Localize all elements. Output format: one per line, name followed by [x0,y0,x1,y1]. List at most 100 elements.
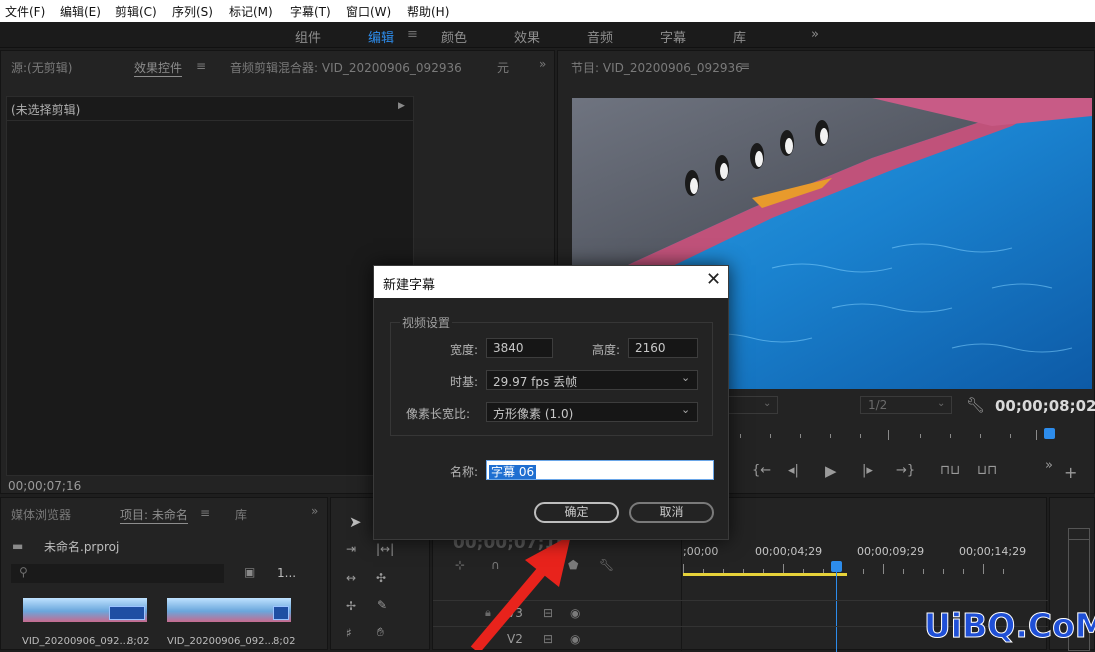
clip-thumbnail[interactable] [23,598,147,622]
workspace-effects[interactable]: 效果 [514,27,540,46]
add-button-icon[interactable]: + [1064,463,1077,482]
tab-libraries[interactable]: 库 [235,506,247,523]
group-label: 视频设置 [400,314,453,331]
chevron-down-icon: ⌄ [681,371,691,384]
height-label: 高度: [592,343,621,357]
play-icon[interactable]: ▶ [825,462,837,480]
program-timecode: 00;00;08;02 [995,397,1095,415]
clip-badge-icon [109,606,145,620]
project-panel: 媒体浏览器 项目: 未命名 ≡ 库 » ▬ 未命名.prproj ⚲ ▣ 1..… [0,497,328,650]
go-to-out-icon[interactable]: →} [896,463,915,478]
item-count: 1... [277,566,297,580]
ruler-label: 00;00;09;29 [857,545,925,558]
par-value: 方形像素 (1.0) [493,407,574,421]
track-select-icon[interactable]: ⇥ [346,542,356,556]
workspace-color[interactable]: 颜色 [441,27,467,46]
new-bin-icon[interactable]: ▣ [244,565,255,579]
go-to-in-icon[interactable]: {← [752,463,771,478]
chevron-down-icon: ⌄ [763,398,772,409]
program-menu-icon[interactable]: ≡ [740,59,750,73]
par-label: 像素长宽比: [406,407,471,421]
tab-media-browser[interactable]: 媒体浏览器 [11,506,71,523]
width-field[interactable]: 3840 [486,338,553,358]
ripple-edit-icon[interactable]: |↔| [376,542,394,556]
rate-stretch-icon[interactable]: ↔ [346,571,356,585]
tab-metadata[interactable]: 元 [497,59,509,76]
dialog-titlebar: 新建字幕 ✕ [374,266,728,298]
ruler-label: 00;00;14;29 [959,545,1027,558]
annotation-arrow [470,535,571,650]
height-field[interactable]: 2160 [628,338,698,358]
ruler-label: ;00;00 [683,545,719,558]
dialog-title: 新建字幕 [383,278,436,293]
tab-effect-controls[interactable]: 效果控件 [134,59,183,77]
workspace-titles[interactable]: 字幕 [660,27,686,46]
panel-menu-icon[interactable]: ≡ [196,59,206,73]
workspace-menu-icon[interactable]: ≡ [407,27,418,42]
no-clip-selected-label: (未选择剪辑) [11,103,81,117]
project-more-icon[interactable]: » [311,504,318,518]
timeline-playhead[interactable] [831,561,842,572]
par-select[interactable]: 方形像素 (1.0) ⌄ [486,402,698,422]
playhead-marker[interactable] [1044,428,1055,439]
name-field[interactable]: 字幕 06 [486,460,714,480]
project-menu-icon[interactable]: ≡ [200,506,210,520]
menu-help[interactable]: 帮助(H) [407,3,449,20]
zoom-select[interactable]: 1/2 ⌄ [860,396,952,414]
menu-window[interactable]: 窗口(W) [346,3,391,20]
menu-edit[interactable]: 编辑(E) [60,3,101,20]
wrench-icon[interactable]: 🔧︎ [966,396,985,414]
effect-controls-area: (未选择剪辑) ▶ [6,96,414,476]
hand-track-icon[interactable]: ♯ [346,626,352,640]
work-area-bar[interactable] [683,573,847,576]
play-triangle-icon[interactable]: ▶ [398,101,405,111]
search-icon: ⚲ [19,565,28,579]
program-scrub-bar[interactable] [740,428,1080,442]
new-title-dialog: 新建字幕 ✕ 视频设置 宽度: 3840 高度: 2160 时基: 29.97 … [373,265,729,540]
timebase-select[interactable]: 29.97 fps 丢帧 ⌄ [486,370,698,390]
panel-more-icon[interactable]: » [539,57,546,71]
workspace-assembly[interactable]: 组件 [295,27,321,46]
menu-file[interactable]: 文件(F) [5,3,45,20]
clip-duration: 8;02 [273,636,296,647]
menu-clip[interactable]: 剪辑(C) [115,3,157,20]
selection-tool-icon[interactable]: ➤ [349,513,362,531]
clip-badge-icon [273,606,289,620]
ruler-label: 00;00;04;29 [755,545,823,558]
clip-duration: 8;02 [127,636,150,647]
clip-thumbnail[interactable] [167,598,291,622]
timebase-label: 时基: [450,375,479,389]
workspace-editing[interactable]: 编辑 [368,27,394,46]
step-back-icon[interactable]: ◂| [788,463,799,478]
ok-button[interactable]: 确定 [534,502,619,523]
tab-audio-clip-mixer[interactable]: 音频剪辑混合器: VID_20200906_092936 [230,59,462,76]
workspace-more-icon[interactable]: » [811,27,819,42]
menu-marker[interactable]: 标记(M) [229,3,273,20]
clip-name[interactable]: VID_20200906_092... [167,636,274,647]
tab-project[interactable]: 项目: 未命名 [120,506,188,524]
program-title[interactable]: 节目: VID_20200906_092936 [571,59,743,76]
cancel-button[interactable]: 取消 [629,502,714,523]
watermark: UiBQ.CoM [924,606,1095,646]
extract-icon[interactable]: ⊔⊓ [977,463,997,478]
width-label: 宽度: [450,343,479,357]
close-icon[interactable]: ✕ [706,269,721,290]
step-forward-icon[interactable]: |▸ [862,463,873,478]
hand-icon[interactable]: ✋︎ [377,625,384,640]
pen-icon[interactable]: ✎ [377,598,387,612]
lift-icon[interactable]: ⊓⊔ [940,463,960,478]
slip-icon[interactable]: ✢ [346,599,356,613]
tab-source[interactable]: 源:(无剪辑) [11,59,72,76]
workspace-bar: 组件 编辑 ≡ 颜色 效果 音频 字幕 库 » [0,22,1095,48]
project-search-input[interactable]: ⚲ [11,564,224,583]
wrench-icon[interactable]: 🔧︎ [599,558,614,572]
razor-icon[interactable]: ✣ [376,571,386,585]
menu-title[interactable]: 字幕(T) [290,3,331,20]
clip-name[interactable]: VID_20200906_092... [22,636,129,647]
folder-icon: ▬ [12,539,24,553]
menu-sequence[interactable]: 序列(S) [172,3,213,20]
workspace-libraries[interactable]: 库 [733,27,746,46]
workspace-audio[interactable]: 音频 [587,27,613,46]
name-label: 名称: [450,465,479,479]
more-controls-icon[interactable]: » [1045,458,1053,473]
